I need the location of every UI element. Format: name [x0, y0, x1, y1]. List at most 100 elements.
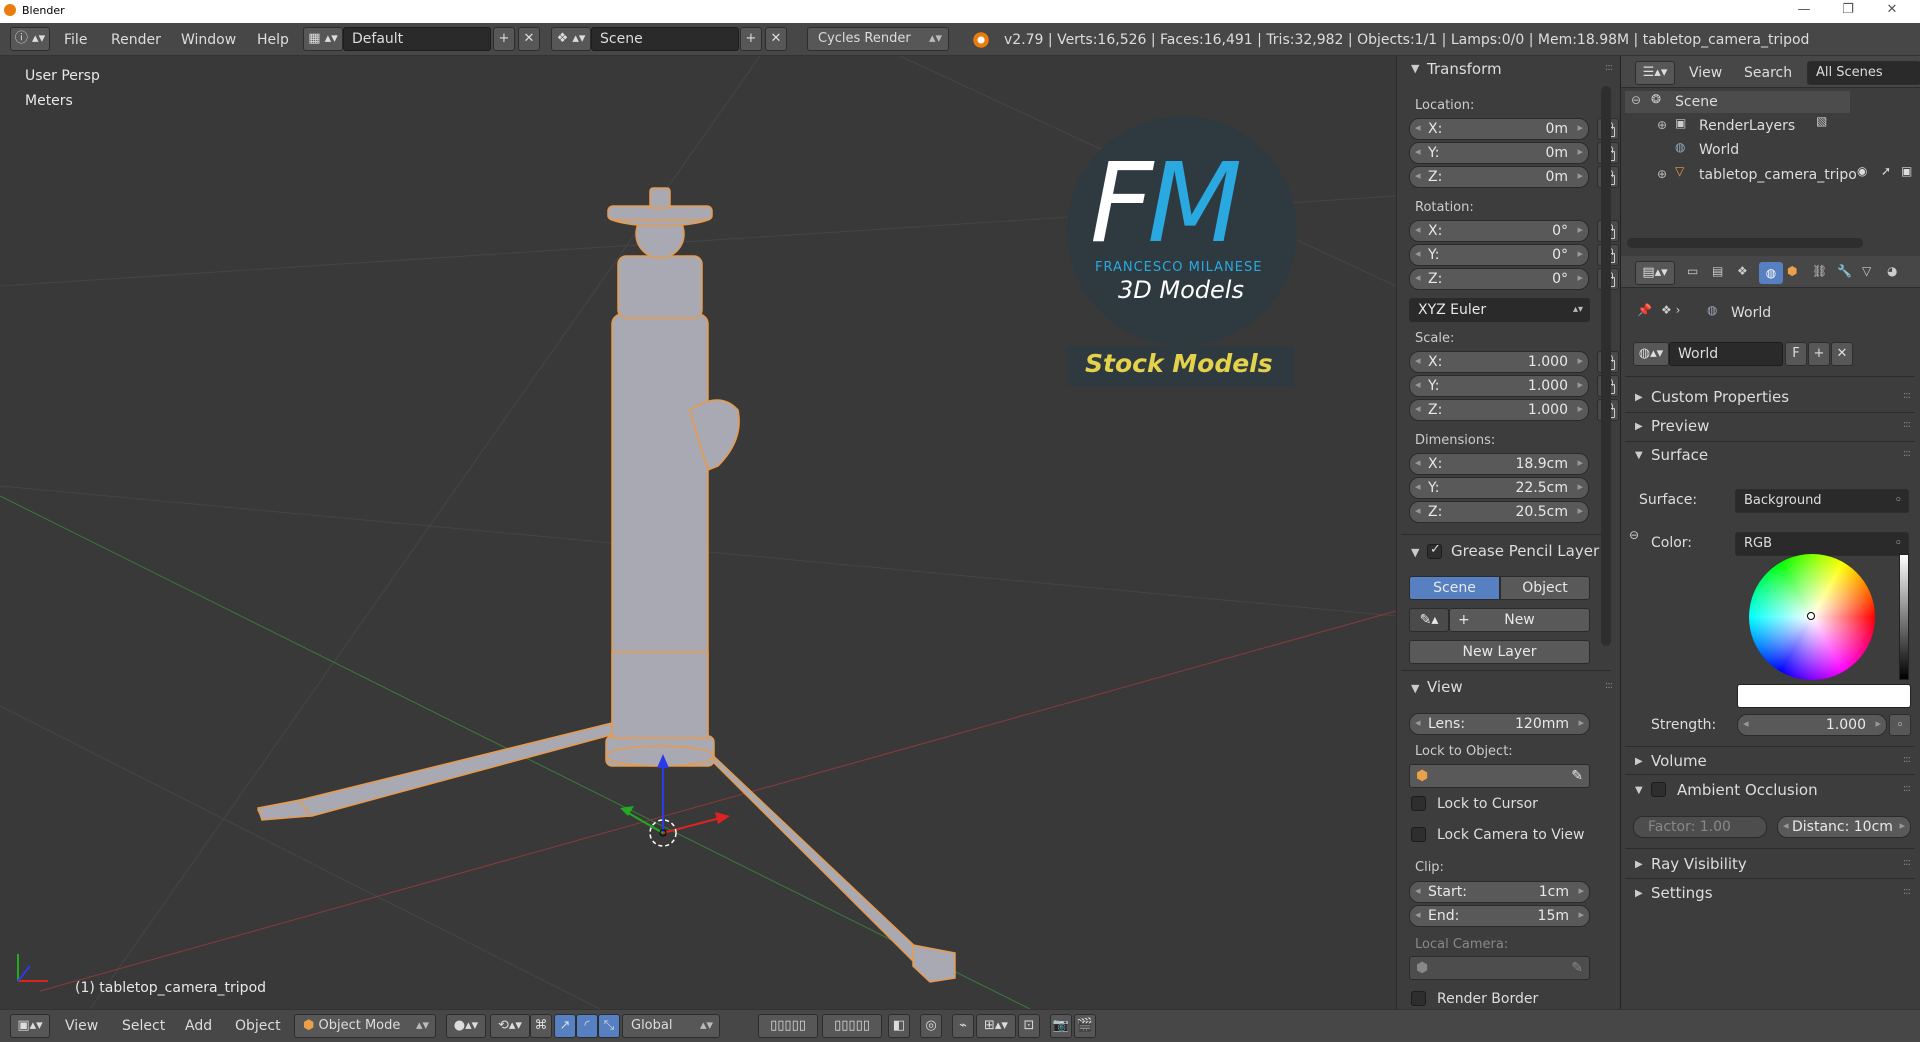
color-mode-dropdown[interactable]: RGB ◦ — [1735, 532, 1909, 556]
grease-pencil-header[interactable]: Grease Pencil Layer — [1451, 542, 1599, 560]
ambient-occlusion-checkbox[interactable] — [1651, 782, 1666, 797]
color-swatch[interactable] — [1737, 684, 1911, 708]
snap-element-icon[interactable]: ⊞▴▾ — [976, 1014, 1016, 1038]
outliner-menu-view[interactable]: View — [1689, 65, 1722, 81]
rotation-y-field[interactable]: ◂ Y: 0° ▸ — [1409, 244, 1589, 266]
color-picker-handle[interactable] — [1807, 612, 1815, 620]
data-tab-icon[interactable]: ▽ — [1862, 264, 1871, 278]
custom-grip-icon[interactable]: ::: — [1903, 390, 1911, 401]
preview-grip-icon[interactable]: ::: — [1903, 419, 1911, 430]
scene-icon[interactable]: ❖ ▴▾ — [551, 27, 591, 51]
editor-type-3dview-icon[interactable]: ▣▴▾ — [10, 1014, 50, 1038]
rotation-x-field[interactable]: ◂ X: 0° ▸ — [1409, 220, 1589, 242]
modifiers-tab-icon[interactable]: 🔧 — [1837, 264, 1852, 278]
color-collapse-icon[interactable]: ⊖ — [1629, 528, 1639, 542]
constraints-tab-icon[interactable]: ⛓ — [1812, 264, 1827, 278]
snap-target-icon[interactable]: ⊡ — [1018, 1014, 1040, 1038]
menu-window[interactable]: Window — [181, 32, 236, 48]
remove-scene-button[interactable]: ✕ — [765, 27, 787, 51]
grease-scene-tab[interactable]: Scene — [1409, 576, 1500, 600]
render-tab-icon[interactable]: ▭ — [1687, 264, 1698, 278]
render-layers-tab-icon[interactable]: ▤ — [1712, 264, 1723, 278]
world-browse-icon[interactable]: ◍▴▾ — [1633, 342, 1669, 366]
render-engine-dropdown[interactable]: Cycles Render ▴▾ — [807, 27, 949, 51]
dimension-z-field[interactable]: ◂ Z: 20.5cm ▸ — [1409, 501, 1589, 523]
menu-render[interactable]: Render — [111, 32, 161, 48]
pivot-point-icon[interactable]: ⟲▴▾ — [490, 1014, 530, 1038]
world-name-field[interactable]: World — [1669, 342, 1783, 366]
layers-group-1[interactable]: ▯▯▯▯▯ — [758, 1014, 818, 1038]
snap-icon[interactable]: ⌁ — [952, 1014, 974, 1038]
outliner-item-world[interactable]: World — [1699, 142, 1739, 158]
lock-to-cursor-checkbox[interactable] — [1411, 796, 1426, 811]
dimension-x-field[interactable]: ◂ X: 18.9cm ▸ — [1409, 453, 1589, 475]
scene-expand-icon[interactable]: ⊖ — [1631, 93, 1641, 107]
outliner-item-scene[interactable]: Scene — [1675, 94, 1718, 110]
menu-select[interactable]: Select — [122, 1018, 165, 1034]
proportional-edit-icon[interactable]: ◎ — [920, 1014, 942, 1038]
strength-field[interactable]: ◂ 1.000 ▸ — [1737, 714, 1887, 736]
shading-mode-icon[interactable]: ●▴▾ — [446, 1014, 486, 1038]
grease-pencil-checkbox[interactable]: ✓ — [1427, 542, 1442, 559]
world-tab-icon[interactable]: ◍ — [1759, 262, 1783, 284]
scale-y-field[interactable]: ◂ Y: 1.000 ▸ — [1409, 375, 1589, 397]
outliner-editor-icon[interactable]: ☰▴▾ — [1635, 61, 1675, 85]
lock-object-field[interactable]: ⬢ ✎ — [1409, 764, 1590, 788]
layers-group-2[interactable]: ▯▯▯▯▯ — [822, 1014, 882, 1038]
lock-camera-checkbox[interactable] — [1411, 827, 1426, 842]
menu-view[interactable]: View — [65, 1018, 98, 1034]
dimension-y-field[interactable]: ◂ Y: 22.5cm ▸ — [1409, 477, 1589, 499]
scale-z-field[interactable]: ◂ Z: 1.000 ▸ — [1409, 399, 1589, 421]
clip-end-field[interactable]: ◂ End: 15m ▸ — [1409, 905, 1590, 927]
translate-manipulator-icon[interactable]: ↗ — [554, 1014, 576, 1038]
transform-grip-icon[interactable]: ::: — [1605, 62, 1613, 73]
surface-grip-icon[interactable]: ::: — [1903, 448, 1911, 459]
manipulator-icon[interactable]: ⌘ — [530, 1014, 552, 1038]
transform-header[interactable]: Transform — [1427, 60, 1502, 78]
menu-add[interactable]: Add — [185, 1018, 212, 1034]
surface-panel[interactable]: Surface — [1651, 446, 1708, 464]
3d-viewport[interactable]: User Persp Meters (1) tabletop_camera_tr… — [0, 56, 1396, 1009]
menu-help[interactable]: Help — [257, 32, 289, 48]
menu-object[interactable]: Object — [235, 1018, 281, 1034]
custom-properties-panel[interactable]: Custom Properties — [1651, 388, 1789, 406]
ao-distance-field[interactable]: ◂ Distanc: 10cm ▸ — [1777, 816, 1911, 838]
outliner-item-object[interactable]: tabletop_camera_tripo — [1699, 167, 1857, 183]
clip-start-field[interactable]: ◂ Start: 1cm ▸ — [1409, 881, 1590, 903]
color-wheel[interactable] — [1749, 554, 1875, 680]
fake-user-button[interactable]: F — [1785, 342, 1807, 366]
visibility-eye-icon[interactable]: ◉ — [1857, 164, 1867, 178]
preview-panel[interactable]: Preview — [1651, 417, 1709, 435]
object-tab-icon[interactable]: ⬢ — [1787, 264, 1797, 278]
lens-field[interactable]: ◂ Lens: 120mm ▸ — [1409, 713, 1590, 735]
editor-type-info-icon[interactable]: ⓘ ▴▾ — [10, 27, 50, 51]
location-y-field[interactable]: ◂ Y: 0m ▸ — [1409, 142, 1589, 164]
add-scene-button[interactable]: + — [740, 27, 762, 51]
ambient-occlusion-panel[interactable]: Ambient Occlusion — [1677, 781, 1818, 799]
strength-link-icon[interactable]: ◦ — [1889, 714, 1911, 736]
rotation-mode-dropdown[interactable]: XYZ Euler ▴▾ — [1409, 298, 1590, 322]
render-animation-icon[interactable]: 🎬 — [1074, 1014, 1096, 1038]
add-layout-button[interactable]: + — [493, 27, 515, 51]
renderable-camera-icon[interactable]: ▣ — [1901, 164, 1912, 178]
settings-panel[interactable]: Settings — [1651, 884, 1713, 902]
outliner-filter-dropdown[interactable]: All Scenes — [1807, 61, 1920, 85]
scale-manipulator-icon[interactable]: ⤡ — [598, 1014, 620, 1038]
pin-icon[interactable]: 📌 — [1637, 303, 1652, 317]
orientation-dropdown[interactable]: Global ▴▾ — [622, 1014, 720, 1038]
rotation-z-field[interactable]: ◂ Z: 0° ▸ — [1409, 268, 1589, 290]
scene-tab-icon[interactable]: ❖ — [1737, 264, 1748, 278]
scale-x-field[interactable]: ◂ X: 1.000 ▸ — [1409, 351, 1589, 373]
minimize-button[interactable]: — — [1784, 2, 1824, 20]
new-layer-button[interactable]: New Layer — [1409, 640, 1590, 664]
panel-scrollbar[interactable] — [1601, 86, 1611, 646]
render-border-checkbox[interactable] — [1411, 991, 1426, 1006]
maximize-button[interactable]: ❐ — [1828, 2, 1868, 20]
new-world-button[interactable]: + — [1808, 342, 1830, 366]
volume-grip-icon[interactable]: ::: — [1903, 754, 1911, 765]
screen-layout-icon[interactable]: ▦ ▴▾ — [303, 27, 343, 51]
outliner-item-renderlayers[interactable]: RenderLayers — [1699, 118, 1795, 134]
rotate-manipulator-icon[interactable]: ◜ — [576, 1014, 598, 1038]
object-mode-dropdown[interactable]: ⬢ Object Mode ▴▾ — [294, 1014, 436, 1038]
selectable-cursor-icon[interactable]: ➚ — [1881, 164, 1891, 178]
